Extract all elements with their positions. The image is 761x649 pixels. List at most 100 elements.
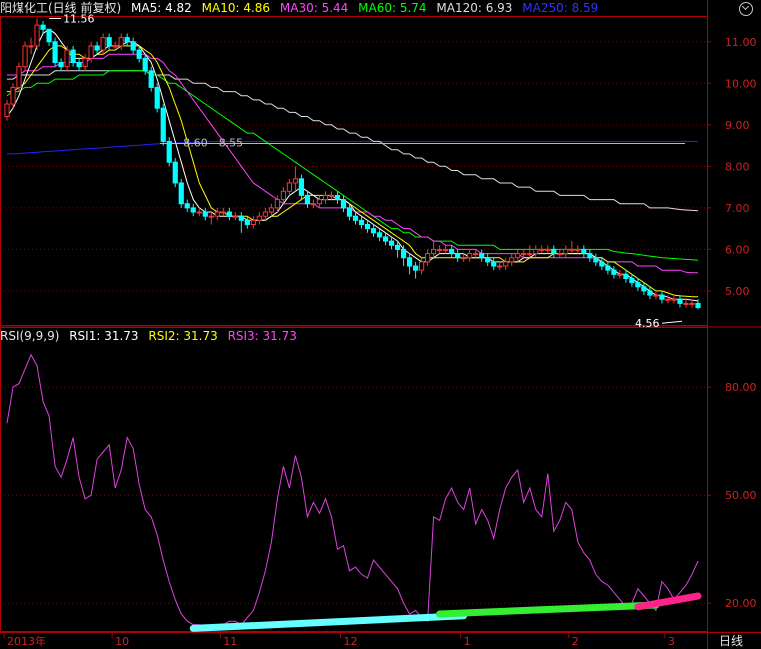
chart-settings-icon[interactable] [739, 2, 753, 16]
candle [352, 212, 359, 225]
period-label[interactable]: 日线 [719, 633, 743, 649]
annotation-arrow [661, 320, 683, 324]
candle [154, 83, 160, 113]
x-tick-label: 2013年 [7, 634, 46, 648]
candle-body [503, 261, 509, 267]
candle-body [82, 57, 88, 68]
candle-body [629, 277, 635, 284]
candle-body [154, 86, 160, 109]
candle [370, 224, 377, 237]
candle-body [70, 49, 76, 64]
rsi2-value: RSI2: 31.73 [148, 329, 218, 343]
candle-body [52, 41, 58, 64]
x-tick-label: 10 [115, 635, 129, 648]
candle [256, 212, 262, 225]
candle [70, 45, 76, 67]
candle [647, 286, 653, 300]
ma10-value: MA10: 4.86 [201, 1, 271, 15]
price-panel-frame [0, 16, 708, 326]
candle [418, 257, 425, 275]
candle-body [10, 86, 16, 105]
candle-body [46, 28, 52, 43]
candle [130, 37, 136, 55]
candle-body [521, 253, 527, 256]
candle [653, 290, 659, 300]
candle [334, 191, 341, 204]
candle-body [443, 248, 449, 251]
candle-body [599, 261, 605, 267]
candle [232, 212, 238, 221]
candle [539, 245, 545, 254]
x-tick-label: 2 [572, 635, 579, 648]
candle [340, 195, 347, 213]
ma250-value: MA250: 8.59 [522, 1, 599, 15]
candle [605, 261, 611, 275]
candle [533, 245, 539, 258]
rsi-header: RSI(9,9,9) RSI1: 31.73 RSI2: 31.73 RSI3:… [0, 328, 303, 344]
candle-body [184, 203, 190, 209]
price-tick-label: 10.00 [725, 77, 757, 90]
candle [412, 261, 419, 279]
candle-body [479, 253, 485, 259]
candle-body [611, 269, 617, 275]
candle-body [581, 248, 587, 255]
candle-body [425, 253, 431, 263]
price-tick-label: 9.00 [725, 119, 750, 132]
ma-line-ma30 [7, 53, 698, 274]
candle [635, 278, 641, 291]
candle-body [40, 24, 46, 30]
ma60-value: MA60: 5.74 [358, 1, 427, 15]
candle [455, 249, 461, 262]
candle [292, 166, 299, 192]
candle-body [527, 253, 533, 256]
candle-body [172, 161, 178, 184]
candle-body [100, 37, 106, 51]
candle-body [130, 41, 136, 51]
candle-body [34, 24, 40, 47]
candle [467, 249, 473, 262]
candle-body [232, 215, 238, 218]
candle-body [118, 37, 124, 47]
candle-body [575, 248, 581, 251]
candle-body [178, 182, 184, 205]
candle-body [563, 248, 569, 255]
candle-body [196, 211, 202, 214]
candle-body [394, 244, 401, 250]
candle-body [677, 298, 683, 304]
price-header: 阳煤化工(日线 前复权) MA5: 4.82 MA10: 4.86 MA30: … [0, 0, 604, 16]
candle [491, 257, 497, 271]
candle [238, 212, 244, 233]
candle [46, 28, 52, 46]
candle-body [352, 215, 359, 221]
candle-body [274, 199, 280, 209]
candle-body [22, 45, 28, 68]
candle [557, 249, 563, 258]
candle [425, 249, 431, 267]
rsi3-value: RSI3: 31.73 [227, 329, 297, 343]
candle [220, 207, 226, 217]
candle-body [400, 248, 407, 259]
candle-body [455, 253, 461, 259]
candle-body [244, 219, 250, 225]
candle-body [166, 140, 172, 163]
candle-body [262, 211, 268, 217]
candle [160, 104, 166, 146]
rsi-panel-frame [0, 327, 708, 632]
candle-body [280, 190, 287, 201]
candle [406, 253, 413, 275]
candle-body [376, 232, 383, 238]
candle-body [328, 194, 335, 197]
candle [34, 18, 40, 51]
x-tick-label: 11 [223, 635, 237, 648]
candle [611, 266, 617, 279]
rsi-trendline [189, 612, 468, 632]
candle-body [689, 302, 695, 305]
candle-body [412, 265, 419, 271]
candle [322, 191, 329, 204]
price-annotation: 4.56 [635, 317, 660, 330]
candle [316, 195, 323, 208]
candle [617, 270, 623, 279]
rsi-y-axis: 20.00 50.00 80.00 [707, 381, 757, 610]
candle [551, 245, 557, 258]
candle-body [250, 219, 256, 225]
